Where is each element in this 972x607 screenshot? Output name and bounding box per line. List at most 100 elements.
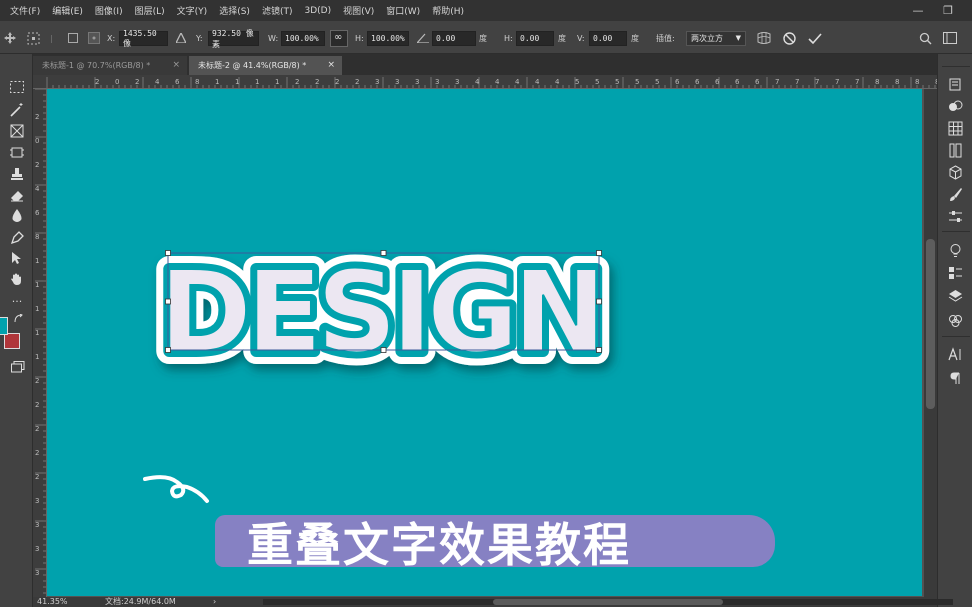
scrollbar-thumb[interactable] <box>926 239 935 409</box>
angle-unit: 度 <box>479 33 487 43</box>
subtitle-text: 重叠文字效果教程 <box>247 518 631 572</box>
ruler-label: 7 <box>815 78 819 86</box>
horizontal-scrollbar[interactable] <box>263 599 953 605</box>
search-icon[interactable] <box>919 32 932 45</box>
ruler-label: 2 <box>35 377 39 385</box>
minimize-icon[interactable]: — <box>906 0 930 21</box>
squiggle-decoration <box>143 475 209 503</box>
3d-cube-icon[interactable] <box>947 164 964 181</box>
adjustments-icon[interactable] <box>947 208 964 225</box>
hand-tool-icon[interactable] <box>10 272 24 286</box>
options-bar: | X: 1435.50 像 Y: 932.50 像素 W: 100.00% ∞… <box>0 21 972 54</box>
width-field[interactable]: 100.00% <box>281 31 325 46</box>
menu-item[interactable]: 文字(Y) <box>171 4 214 17</box>
tab-label: 未标题-2 @ 41.4%(RGB/8) * <box>198 61 307 70</box>
checkbox-icon[interactable] <box>68 33 78 43</box>
ruler-label: 4 <box>495 78 500 86</box>
magic-wand-icon[interactable] <box>10 103 24 117</box>
swatches-icon[interactable] <box>947 120 964 137</box>
hskew-label: H: <box>504 33 513 43</box>
vskew-unit: 度 <box>631 33 639 43</box>
menu-item[interactable]: 选择(S) <box>213 4 256 17</box>
hskew-unit: 度 <box>558 33 566 43</box>
ruler-label: 2 <box>135 78 139 86</box>
rotate-angle-icon <box>417 33 429 43</box>
ruler-label: 5 <box>655 78 659 86</box>
ruler-label: 2 <box>35 401 39 409</box>
menu-item[interactable]: 3D(D) <box>298 6 337 16</box>
ruler-label: 1 <box>35 305 39 313</box>
menu-item[interactable]: 编辑(E) <box>46 4 89 17</box>
ruler-label: 4 <box>555 78 560 86</box>
horizontal-ruler[interactable]: 2 0 2 4 6 8 1 1 1 1 2 2 2 2 3 3 3 3 3 4 4 4 4 4 5 5 5 5 5 6 6 6 6 6 7 7 7 7 7 8… <box>33 75 937 89</box>
ruler-label: 3 <box>35 545 39 553</box>
ruler-label: 2 <box>355 78 359 86</box>
menu-item[interactable]: 图像(I) <box>89 4 129 17</box>
menu-item[interactable]: 窗口(W) <box>380 4 426 17</box>
cancel-transform-icon[interactable] <box>783 32 796 45</box>
commit-transform-icon[interactable] <box>808 32 822 45</box>
link-aspect-button[interactable]: ∞ <box>330 30 348 47</box>
tab-label: 未标题-1 @ 70.7%(RGB/8) * <box>42 61 151 70</box>
menu-item[interactable]: 视图(V) <box>337 4 380 17</box>
workspace-icon[interactable] <box>943 32 957 44</box>
color-icon[interactable] <box>947 98 964 115</box>
pen-tool-icon[interactable] <box>10 231 24 245</box>
reference-point-icon[interactable] <box>27 32 40 45</box>
v-skew-field[interactable]: 0.00 <box>589 31 627 46</box>
lightbulb-icon[interactable] <box>947 242 964 259</box>
blur-tool-icon[interactable] <box>11 209 23 223</box>
y-position-field[interactable]: 932.50 像素 <box>208 29 259 49</box>
x-position-field[interactable]: 1435.50 像 <box>119 29 168 48</box>
frame-tool-icon[interactable] <box>10 146 24 159</box>
paragraph-icon[interactable] <box>947 370 964 387</box>
foreground-color-swatch[interactable] <box>0 317 8 335</box>
tab-document-1[interactable]: 未标题-1 @ 70.7%(RGB/8) * × <box>33 56 187 75</box>
marquee-tool-icon[interactable] <box>10 81 24 93</box>
ruler-label: 6 <box>175 78 180 86</box>
interpolation-select[interactable]: 两次立方 ▼ <box>686 31 746 46</box>
history-icon[interactable] <box>947 76 964 93</box>
crop-tool-icon[interactable] <box>10 124 24 138</box>
more-tools-icon[interactable]: ··· <box>8 292 26 310</box>
background-color-swatch[interactable] <box>4 333 20 349</box>
height-field[interactable]: 100.00% <box>367 31 409 46</box>
status-arrow-icon[interactable]: › <box>213 597 216 607</box>
properties-icon[interactable] <box>947 264 964 281</box>
warp-icon[interactable] <box>757 31 771 45</box>
ruler-label: 0 <box>115 78 119 86</box>
headline-text: DESIGN <box>159 248 600 378</box>
menu-item[interactable]: 帮助(H) <box>426 4 470 17</box>
libraries-icon[interactable] <box>947 142 964 159</box>
brush-icon[interactable] <box>947 186 964 203</box>
divider <box>942 231 970 232</box>
swap-colors-icon[interactable] <box>14 314 23 323</box>
canvas-area[interactable]: DESIGN DESIGN DESIGN 重叠文字效果教程 <box>47 89 926 597</box>
restore-icon[interactable]: ❐ <box>936 0 960 21</box>
vertical-scrollbar[interactable] <box>924 89 937 597</box>
path-select-icon[interactable] <box>11 251 23 265</box>
zoom-level[interactable]: 41.35% <box>37 597 68 607</box>
close-icon[interactable]: × <box>327 60 335 70</box>
menu-item[interactable]: 图层(L) <box>129 4 171 17</box>
vertical-ruler[interactable]: 2 0 2 4 6 8 1 1 1 1 1 2 2 2 2 2 3 3 3 3 <box>33 89 47 597</box>
scrollbar-thumb[interactable] <box>493 599 723 605</box>
menu-item[interactable]: 文件(F) <box>0 4 46 17</box>
screen-mode-icon[interactable] <box>11 361 25 373</box>
stamp-tool-icon[interactable] <box>10 167 24 181</box>
layers-icon[interactable] <box>947 288 964 305</box>
ruler-label: 5 <box>575 78 579 86</box>
eraser-tool-icon[interactable] <box>10 189 24 202</box>
x-label: X: <box>107 33 116 43</box>
close-icon[interactable]: × <box>172 60 180 70</box>
menu-item[interactable]: 滤镜(T) <box>256 4 299 17</box>
channels-icon[interactable] <box>947 312 964 329</box>
rotate-field[interactable]: 0.00 <box>432 31 476 46</box>
h-skew-field[interactable]: 0.00 <box>516 31 554 46</box>
tab-document-2[interactable]: 未标题-2 @ 41.4%(RGB/8) * × <box>189 56 342 75</box>
grid-toggle-icon[interactable] <box>88 32 100 44</box>
document-canvas[interactable]: DESIGN DESIGN DESIGN 重叠文字效果教程 <box>47 89 922 596</box>
ruler-label: 3 <box>35 521 39 529</box>
character-icon[interactable] <box>947 346 964 363</box>
ruler-label: 6 <box>735 78 740 86</box>
